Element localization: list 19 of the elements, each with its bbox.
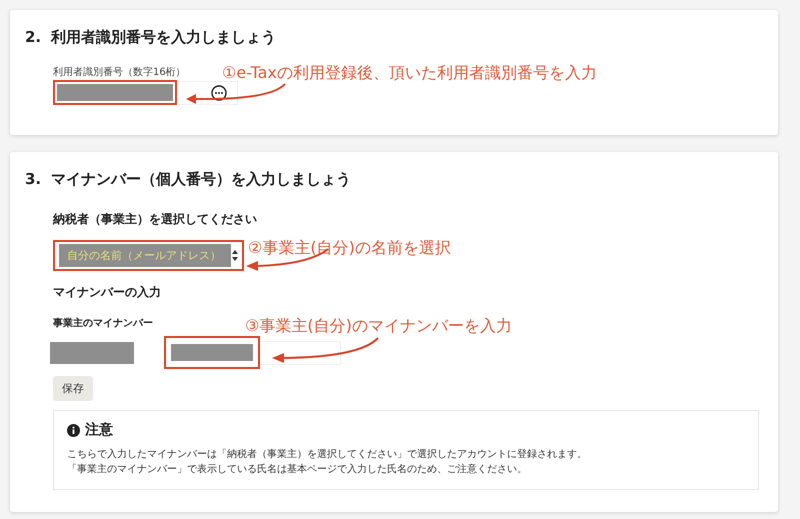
field-label: 納税者（事業主）を選択してください: [53, 211, 258, 228]
notice-text: 「事業主のマイナンバー」で表示している氏名は基本ページで入力した氏名のため、ご注意ください。: [67, 462, 528, 477]
input-field[interactable]: [53, 80, 177, 105]
select-value: 自分の名前（メールアドレス）: [59, 244, 231, 267]
section-title: マイナンバー（個人番号）を入力しましょう: [51, 170, 352, 189]
section-number: 3.: [25, 170, 42, 188]
notice-title: 注意: [85, 421, 113, 439]
annotation-text: ①e-Taxの利用登録後、頂いた利用者識別番号を入力: [222, 63, 597, 84]
input-field[interactable]: [164, 336, 260, 369]
annotation-text: ③事業主(自分)のマイナンバーを入力: [245, 316, 512, 337]
save-button[interactable]: 保存: [53, 376, 93, 401]
section-title: 利用者識別番号を入力しましょう: [51, 28, 276, 47]
notice-text: こちらで入力したマイナンバーは「納税者（事業主）を選択してください」で選択したアカウントに登録されます。: [67, 448, 588, 462]
info-icon: [67, 424, 80, 436]
section-number: 2.: [25, 28, 42, 46]
field-label: 事業主のマイナンバー: [53, 316, 153, 330]
subsection-heading: マイナンバーの入力: [53, 284, 162, 301]
more-icon[interactable]: [211, 84, 227, 100]
field-label: 利用者識別番号（数字16桁）: [53, 66, 186, 79]
